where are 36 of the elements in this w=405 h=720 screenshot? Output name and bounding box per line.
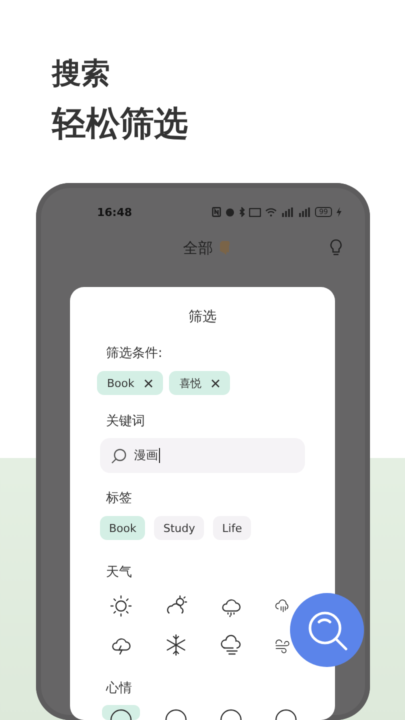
signal-icon — [298, 207, 312, 217]
filter-chip[interactable]: 喜悦 — [169, 371, 230, 395]
close-icon — [144, 378, 154, 388]
section-label: 筛选条件: — [106, 346, 164, 362]
dialog-title: 筛选 — [188, 308, 218, 327]
close-icon — [211, 378, 220, 388]
lightbulb-icon — [330, 239, 342, 257]
weather-option[interactable] — [108, 594, 132, 618]
weather-option[interactable] — [164, 633, 188, 657]
tag-chip[interactable]: Book — [100, 516, 146, 540]
sun-icon — [108, 594, 132, 618]
cloud-fog-icon — [218, 633, 242, 657]
status-time: 16:48 — [97, 206, 132, 218]
search-value: 漫画 — [134, 447, 158, 464]
search-icon — [111, 448, 127, 464]
section-label: 标签 — [106, 491, 133, 507]
search-field[interactable]: 漫画 — [100, 438, 305, 473]
signal-icon — [281, 207, 294, 217]
headline-text: 搜索 — [52, 55, 111, 91]
chip-label: Book — [107, 376, 134, 390]
section-label: 心情 — [106, 681, 133, 697]
charging-icon — [336, 207, 342, 217]
header-title: 全部 — [183, 238, 213, 258]
bluetooth-icon — [239, 207, 246, 217]
tag-chip[interactable]: Study — [154, 516, 204, 540]
filter-chip[interactable]: Book — [97, 371, 164, 395]
weather-option[interactable] — [218, 633, 242, 657]
mood-option[interactable] — [102, 705, 140, 720]
chip-label: 喜悦 — [179, 376, 202, 390]
section-label: 天气 — [106, 565, 133, 581]
headline-text: 轻松筛选 — [52, 103, 189, 145]
nfc-icon — [212, 207, 222, 217]
wifi-icon — [265, 207, 278, 217]
section-label: 关键词 — [106, 414, 146, 430]
tag-chip[interactable]: Life — [213, 516, 251, 540]
snowflake-icon — [164, 633, 188, 657]
